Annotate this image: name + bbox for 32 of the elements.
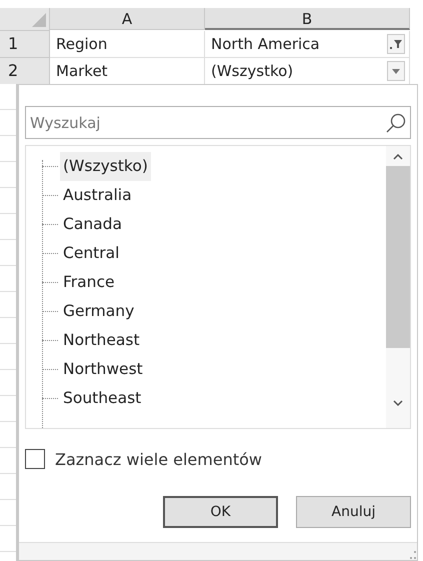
search-box[interactable]: Wyszukaj: [25, 106, 411, 139]
list-item[interactable]: Central: [60, 239, 122, 268]
row-header[interactable]: 2: [0, 58, 50, 85]
checkbox-label: Zaznacz wiele elementów: [55, 450, 262, 468]
list-item[interactable]: Australia: [60, 181, 135, 210]
list-item[interactable]: Northwest: [60, 355, 146, 384]
column-header[interactable]: B: [205, 8, 410, 30]
scrollbar-thumb[interactable]: [386, 166, 410, 348]
list-item[interactable]: Southeast: [60, 384, 144, 413]
caret-icon: [392, 68, 400, 74]
cell-text: North America: [211, 34, 320, 55]
list-item[interactable]: (Wszystko): [60, 152, 151, 181]
column-header[interactable]: A: [50, 8, 205, 30]
list-item[interactable]: Canada: [60, 210, 125, 239]
search-icon: [386, 112, 406, 132]
table-cell: Region: [50, 31, 205, 58]
resize-grip-icon: [409, 550, 417, 560]
dropdown-button[interactable]: [387, 34, 405, 54]
row-header[interactable]: 1: [0, 31, 50, 58]
corner-triangle-icon: [32, 13, 46, 27]
ok-button[interactable]: OK: [163, 496, 278, 528]
filter-icon: [390, 39, 402, 49]
scrollbar[interactable]: [386, 146, 410, 428]
list-item[interactable]: Northeast: [60, 326, 143, 355]
cancel-button[interactable]: Anuluj: [296, 496, 411, 528]
chevron-up-icon: [393, 154, 403, 160]
list-item[interactable]: Germany: [60, 297, 138, 326]
cell-text: (Wszystko): [211, 61, 294, 82]
chevron-down-icon: [393, 400, 403, 406]
checkbox[interactable]: [25, 449, 45, 469]
list-item[interactable]: France: [60, 268, 118, 297]
dropdown-button[interactable]: [387, 61, 405, 81]
